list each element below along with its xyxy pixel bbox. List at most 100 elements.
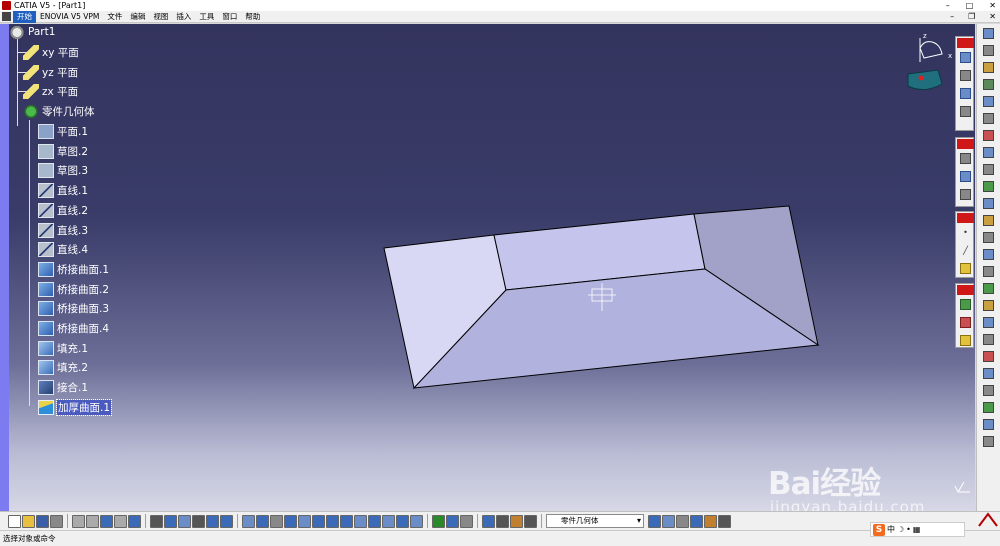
maximize-button[interactable]: □ (966, 0, 974, 11)
bottom-right-tool-button-3[interactable] (676, 514, 689, 528)
right-tool-button-12[interactable] (980, 213, 997, 228)
bottom-tool-button-34[interactable] (510, 514, 523, 528)
right-tool-button-4[interactable] (980, 77, 997, 92)
tree-item-feature[interactable]: 桥接曲面.2 (38, 281, 109, 297)
bottom-tool-button-14[interactable] (206, 514, 219, 528)
bottom-tool-button-22[interactable] (326, 514, 339, 528)
bottom-tool-button-32[interactable] (482, 514, 495, 528)
right-tool-button-8[interactable] (980, 145, 997, 160)
tree-item-xy-plane[interactable]: xy 平面 (23, 44, 79, 60)
plane-button[interactable] (957, 260, 974, 277)
tree-item-feature[interactable]: 桥接曲面.3 (38, 300, 109, 316)
bottom-tool-button-16[interactable] (242, 514, 255, 528)
bottom-tool-button-27[interactable] (396, 514, 409, 528)
tree-item-feature[interactable]: 直线.1 (38, 182, 88, 198)
menu-help[interactable]: 帮助 (241, 11, 264, 23)
tree-item-feature[interactable]: 直线.4 (38, 241, 88, 257)
bottom-tool-button-28[interactable] (410, 514, 423, 528)
tree-item-feature[interactable]: 填充.1 (38, 340, 88, 356)
bottom-tool-button-11[interactable] (164, 514, 177, 528)
right-tool-button-5[interactable] (980, 94, 997, 109)
multi-view-button[interactable] (957, 85, 974, 102)
bottom-tool-button-3[interactable] (36, 514, 49, 528)
right-tool-button-24[interactable] (980, 417, 997, 432)
bottom-tool-button-17[interactable] (256, 514, 269, 528)
tree-scroll-strip[interactable] (0, 24, 9, 511)
fly-mode-button[interactable] (957, 49, 974, 66)
tree-item-feature[interactable]: 平面.1 (38, 123, 88, 139)
bottom-tool-button-12[interactable] (178, 514, 191, 528)
bottom-tool-button-10[interactable] (150, 514, 163, 528)
bottom-tool-button-26[interactable] (382, 514, 395, 528)
right-tool-button-22[interactable] (980, 383, 997, 398)
bottom-tool-button-18[interactable] (270, 514, 283, 528)
tree-item-feature[interactable]: 桥接曲面.4 (38, 320, 109, 336)
doc-minimize-button[interactable]: – (950, 11, 954, 23)
bottom-tool-button-23[interactable] (340, 514, 353, 528)
right-tool-button-15[interactable] (980, 264, 997, 279)
right-tool-button-3[interactable] (980, 60, 997, 75)
right-tool-button-20[interactable] (980, 349, 997, 364)
menu-edit[interactable]: 编辑 (126, 11, 149, 23)
right-tool-button-23[interactable] (980, 400, 997, 415)
sogou-ime-icon[interactable]: S (873, 523, 885, 536)
menu-insert[interactable]: 插入 (172, 11, 195, 23)
ime-keyboard-icon[interactable]: ▦ (913, 525, 921, 534)
close-button[interactable]: ✕ (989, 0, 996, 11)
tree-item-feature[interactable]: 草图.3 (38, 162, 88, 178)
right-tool-button-19[interactable] (980, 332, 997, 347)
tree-item-feature[interactable]: 填充.2 (38, 359, 88, 375)
tree-item-feature[interactable]: 接合.1 (38, 379, 88, 395)
bottom-tool-button-33[interactable] (496, 514, 509, 528)
right-tool-button-21[interactable] (980, 366, 997, 381)
bottom-tool-button-19[interactable] (284, 514, 297, 528)
doc-restore-button[interactable]: ❐ (968, 11, 975, 23)
bottom-tool-button-21[interactable] (312, 514, 325, 528)
bottom-tool-button-25[interactable] (368, 514, 381, 528)
minimize-button[interactable]: – (946, 0, 950, 11)
bottom-right-tool-button-2[interactable] (662, 514, 675, 528)
bottom-tool-button-35[interactable] (524, 514, 537, 528)
bottom-tool-button-7[interactable] (100, 514, 113, 528)
bottom-right-tool-button-1[interactable] (648, 514, 661, 528)
bottom-tool-button-24[interactable] (354, 514, 367, 528)
apply-material-button[interactable] (957, 296, 974, 313)
tree-item-feature[interactable]: 直线.2 (38, 202, 88, 218)
menu-file[interactable]: 文件 (103, 11, 126, 23)
bottom-tool-button-5[interactable] (72, 514, 85, 528)
tree-item-feature[interactable]: 直线.3 (38, 222, 88, 238)
right-tool-button-11[interactable] (980, 196, 997, 211)
menu-view[interactable]: 视图 (149, 11, 172, 23)
menu-tools[interactable]: 工具 (195, 11, 218, 23)
bottom-tool-button-8[interactable] (114, 514, 127, 528)
right-tool-button-1[interactable] (980, 26, 997, 41)
texture-button[interactable] (957, 314, 974, 331)
ime-toolbar[interactable]: S 中 ☽ • ▦ (870, 522, 965, 537)
point-button[interactable]: • (957, 224, 974, 241)
compass-button[interactable] (957, 168, 974, 185)
bottom-tool-button-20[interactable] (298, 514, 311, 528)
bottom-right-tool-button-4[interactable] (690, 514, 703, 528)
tree-item-zx-plane[interactable]: zx 平面 (23, 83, 78, 99)
right-tool-button-14[interactable] (980, 247, 997, 262)
menu-start[interactable]: 开始 (13, 10, 36, 23)
tree-item-feature[interactable]: 桥接曲面.1 (38, 261, 109, 277)
user-button[interactable] (957, 186, 974, 203)
bottom-right-tool-button-6[interactable] (718, 514, 731, 528)
ime-mode-icon[interactable]: 中 (887, 524, 895, 535)
doc-close-button[interactable]: ✕ (989, 11, 996, 23)
right-tool-button-25[interactable] (980, 434, 997, 449)
right-tool-button-17[interactable] (980, 298, 997, 313)
bottom-tool-button-1[interactable] (8, 514, 21, 528)
tree-item-yz-plane[interactable]: yz 平面 (23, 64, 78, 80)
zoom-fit-button[interactable] (957, 103, 974, 120)
tree-item-feature[interactable]: 草图.2 (38, 143, 88, 159)
tree-root-part[interactable]: Part1 (9, 24, 55, 40)
bottom-right-tool-button-5[interactable] (704, 514, 717, 528)
ime-mic-icon[interactable]: • (906, 525, 911, 534)
bottom-tool-button-9[interactable] (128, 514, 141, 528)
right-tool-button-2[interactable] (980, 43, 997, 58)
menu-enovia[interactable]: ENOVIA V5 VPM (36, 11, 103, 23)
appearance-button[interactable] (957, 332, 974, 349)
right-tool-button-10[interactable] (980, 179, 997, 194)
